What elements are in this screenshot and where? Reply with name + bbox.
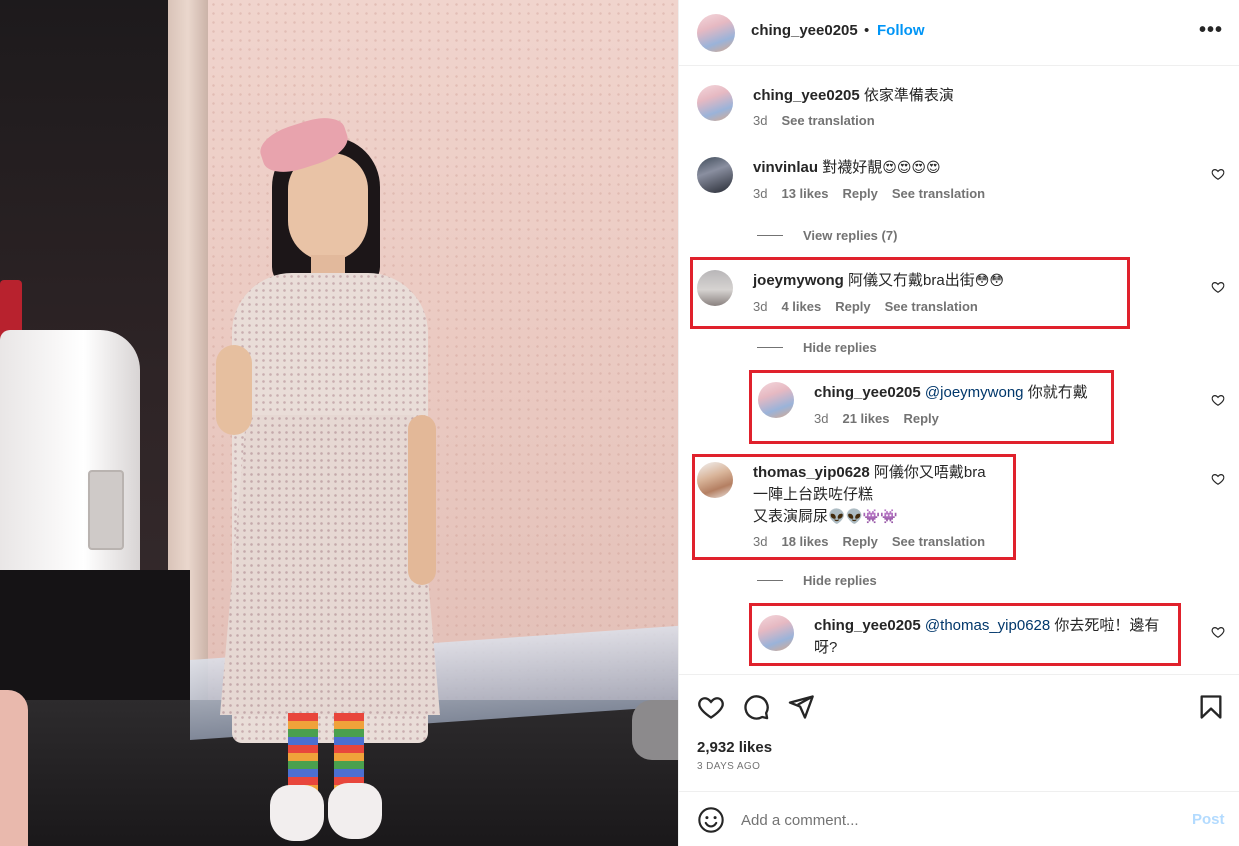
comment-text: 阿儀又冇戴bra出街 [848, 272, 975, 289]
reply-text-line-2: 呀? [814, 639, 838, 656]
comment-text-line-2: 一陣上台跌咗仔糕 [753, 486, 874, 503]
reply-username[interactable]: ching_yee0205 [814, 384, 921, 401]
reply-mention-link[interactable]: @thomas_yip0628 [925, 617, 1050, 634]
comment-input[interactable] [741, 809, 1161, 831]
see-translation-button[interactable]: See translation [885, 299, 978, 314]
comment-text-line-3: 又表演屙尿 [753, 508, 829, 525]
reply-button[interactable]: Reply [835, 299, 870, 314]
post-timestamp: 3 DAYS AGO [697, 761, 761, 772]
reply-text: 你就冇戴 [1027, 384, 1088, 401]
reply-text-line-1: 你去死啦！邊有 [1054, 617, 1160, 634]
author-username[interactable]: ching_yee0205 [751, 22, 858, 39]
reply-avatar[interactable] [758, 382, 794, 418]
reply-button[interactable]: Reply [842, 186, 877, 201]
comment-text: 對襪好靚 [822, 159, 883, 176]
comment-text-line-1: 阿儀你又唔戴bra [873, 464, 986, 481]
photo-person [210, 110, 440, 845]
comment-username[interactable]: vinvinlau [753, 159, 818, 176]
header-separator: • [864, 22, 870, 39]
like-comment-heart-icon[interactable] [1211, 167, 1225, 181]
comment-likes[interactable]: 18 likes [781, 534, 828, 549]
author-avatar[interactable] [697, 14, 735, 52]
comment-emoji: 😳😳 [974, 273, 1004, 289]
post-actions: 2,932 likes 3 DAYS AGO [679, 674, 1239, 804]
reply-avatar[interactable] [758, 615, 794, 651]
comments-list[interactable]: ching_yee0205 依家準備表演 3d See translation … [679, 67, 1239, 674]
comment-emoji: 😍😍😍😍 [882, 160, 941, 176]
caption-username[interactable]: ching_yee0205 [753, 87, 860, 104]
caption-time: 3d [753, 113, 768, 128]
reply-time: 3d [814, 411, 829, 426]
post-header: ching_yee0205 • Follow ••• [679, 0, 1239, 66]
comment-time: 3d [753, 186, 768, 201]
background-stand [632, 700, 678, 760]
post-comment-button[interactable]: Post [1192, 811, 1225, 828]
like-comment-heart-icon[interactable] [1211, 472, 1225, 486]
comment-time: 3d [753, 534, 768, 549]
caption-avatar[interactable] [697, 85, 733, 121]
share-icon[interactable] [787, 693, 815, 721]
commenter-avatar[interactable] [697, 462, 733, 498]
post-photo[interactable] [0, 0, 678, 846]
comment-item: thomas_yip0628 阿儀你又唔戴bra 一陣上台跌咗仔糕 又表演屙尿👽… [697, 462, 1237, 557]
like-comment-heart-icon[interactable] [1211, 280, 1225, 294]
follow-button[interactable]: Follow [877, 22, 925, 39]
view-replies-toggle[interactable]: View replies (7) [757, 228, 897, 243]
comment-likes[interactable]: 4 likes [781, 299, 821, 314]
background-pink-object [0, 690, 28, 846]
reply-button[interactable]: Reply [903, 411, 938, 426]
like-reply-heart-icon[interactable] [1211, 625, 1225, 639]
like-reply-heart-icon[interactable] [1211, 393, 1225, 407]
reply-item: ching_yee0205 @joeymywong 你就冇戴 3d 21 lik… [758, 382, 1228, 432]
view-replies-label: View replies (7) [803, 228, 898, 243]
caption-item: ching_yee0205 依家準備表演 3d See translation [697, 85, 1217, 135]
commenter-avatar[interactable] [697, 270, 733, 306]
comment-username[interactable]: joeymywong [753, 272, 844, 289]
reply-likes[interactable]: 21 likes [842, 411, 889, 426]
see-translation-button[interactable]: See translation [892, 534, 985, 549]
like-heart-icon[interactable] [697, 693, 725, 721]
post-side-panel: ching_yee0205 • Follow ••• ching_yee0205… [678, 0, 1239, 846]
likes-count[interactable]: 2,932 likes [697, 739, 772, 756]
reply-username[interactable]: ching_yee0205 [814, 617, 921, 634]
hide-replies-label: Hide replies [803, 340, 877, 355]
comment-icon[interactable] [742, 693, 770, 721]
comment-item: joeymywong 阿儀又冇戴bra出街😳😳 3d 4 likes Reply… [697, 270, 1237, 320]
caption-see-translation[interactable]: See translation [781, 113, 874, 128]
hide-replies-toggle[interactable]: Hide replies [757, 340, 877, 355]
comment-username[interactable]: thomas_yip0628 [753, 464, 870, 481]
reply-item: ching_yee0205 @thomas_yip0628 你去死啦！邊有 呀? [758, 615, 1228, 674]
comment-time: 3d [753, 299, 768, 314]
bookmark-icon[interactable] [1197, 693, 1225, 721]
reply-mention-link[interactable]: @joeymywong [925, 384, 1024, 401]
comment-item: vinvinlau 對襪好靚😍😍😍😍 3d 13 likes Reply See… [697, 157, 1237, 207]
more-icon[interactable]: ••• [1199, 19, 1223, 42]
hide-replies-label: Hide replies [803, 573, 877, 588]
reply-button[interactable]: Reply [842, 534, 877, 549]
add-comment-bar: Post [679, 791, 1239, 846]
background-coin-slot [88, 470, 124, 550]
commenter-avatar[interactable] [697, 157, 733, 193]
emoji-icon[interactable] [697, 806, 725, 834]
comment-emoji: 👽👽👾👾 [828, 509, 898, 525]
caption-text: 依家準備表演 [863, 87, 954, 104]
hide-replies-toggle[interactable]: Hide replies [757, 573, 877, 588]
comment-likes[interactable]: 13 likes [781, 186, 828, 201]
see-translation-button[interactable]: See translation [892, 186, 985, 201]
